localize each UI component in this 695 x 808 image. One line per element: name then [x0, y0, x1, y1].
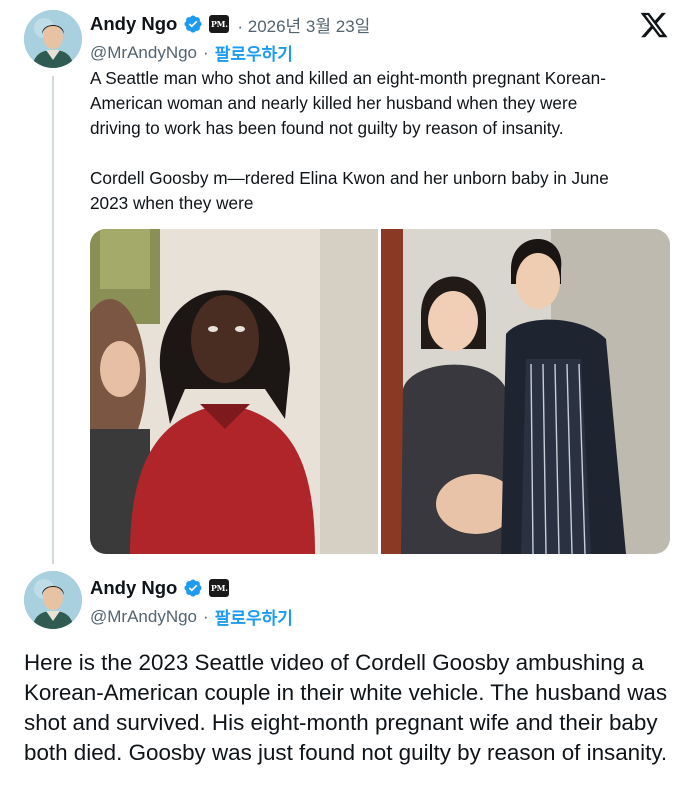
follow-button[interactable]: 팔로우하기: [215, 604, 293, 629]
author-handle-row: @MrAndyNgo · 팔로우하기: [90, 40, 293, 65]
separator-dot: ·: [203, 42, 209, 62]
author-handle[interactable]: @MrAndyNgo: [90, 43, 197, 63]
author-name[interactable]: Andy Ngo: [90, 13, 177, 35]
thread-line: [52, 76, 54, 564]
tweet-media[interactable]: [90, 229, 670, 554]
media-photo-left[interactable]: [90, 229, 378, 554]
author-name-row: Andy Ngo PM. · 2026년 3월 23일: [90, 12, 370, 36]
tweet-body: Here is the 2023 Seattle video of Cordel…: [24, 650, 668, 765]
verified-badge-icon: [183, 14, 203, 34]
separator-dot: ·: [203, 606, 209, 626]
author-avatar[interactable]: [24, 571, 82, 629]
author-name-row: Andy Ngo PM.: [90, 576, 230, 600]
tweet-body: A Seattle man who shot and killed an eig…: [90, 68, 609, 213]
author-handle-row: @MrAndyNgo · 팔로우하기: [90, 604, 293, 629]
x-logo-icon[interactable]: [639, 10, 669, 40]
author-name[interactable]: Andy Ngo: [90, 577, 177, 599]
author-handle[interactable]: @MrAndyNgo: [90, 607, 197, 627]
tweet-date[interactable]: · 2026년 3월 23일: [237, 12, 370, 37]
media-photo-right[interactable]: [381, 229, 670, 554]
affiliate-badge: PM.: [209, 579, 230, 597]
author-avatar[interactable]: [24, 10, 82, 68]
follow-button[interactable]: 팔로우하기: [215, 40, 293, 65]
affiliate-badge: PM.: [209, 15, 230, 33]
verified-badge-icon: [183, 578, 203, 598]
